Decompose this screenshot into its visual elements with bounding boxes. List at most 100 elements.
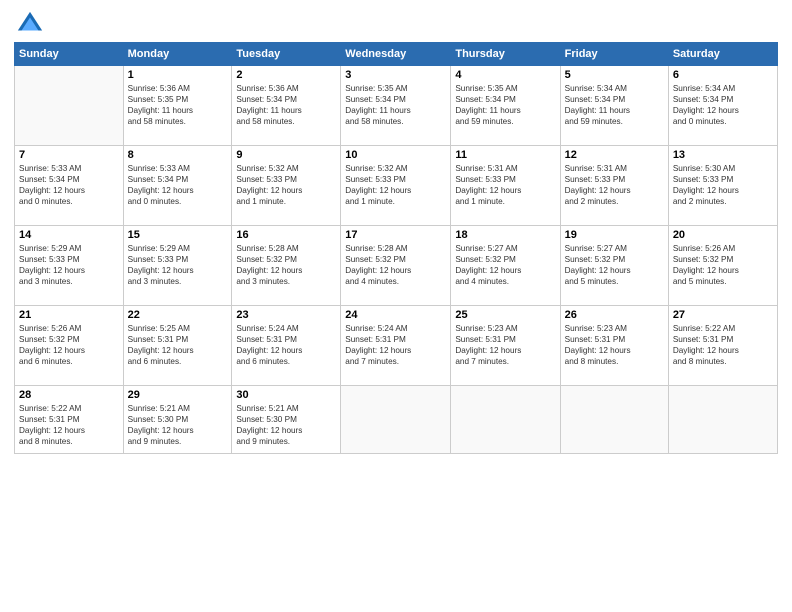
calendar-cell: 18 Sunrise: 5:27 AMSunset: 5:32 PMDayligh… (451, 226, 560, 306)
calendar-cell: 29 Sunrise: 5:21 AMSunset: 5:30 PMDayligh… (123, 386, 232, 454)
day-number: 5 (565, 69, 664, 81)
day-info: Sunrise: 5:21 AMSunset: 5:30 PMDaylight:… (128, 403, 228, 447)
calendar-cell: 28 Sunrise: 5:22 AMSunset: 5:31 PMDayligh… (15, 386, 124, 454)
week-row-1: 1 Sunrise: 5:36 AMSunset: 5:35 PMDaylight… (15, 66, 778, 146)
calendar-cell: 1 Sunrise: 5:36 AMSunset: 5:35 PMDaylight… (123, 66, 232, 146)
weekday-header-wednesday: Wednesday (341, 43, 451, 66)
day-info: Sunrise: 5:22 AMSunset: 5:31 PMDaylight:… (673, 323, 773, 367)
day-number: 29 (128, 389, 228, 401)
day-info: Sunrise: 5:25 AMSunset: 5:31 PMDaylight:… (128, 323, 228, 367)
week-row-3: 14 Sunrise: 5:29 AMSunset: 5:33 PMDayligh… (15, 226, 778, 306)
calendar-cell: 11 Sunrise: 5:31 AMSunset: 5:33 PMDayligh… (451, 146, 560, 226)
day-number: 30 (236, 389, 336, 401)
day-number: 27 (673, 309, 773, 321)
day-number: 3 (345, 69, 446, 81)
day-info: Sunrise: 5:23 AMSunset: 5:31 PMDaylight:… (455, 323, 555, 367)
day-info: Sunrise: 5:36 AMSunset: 5:35 PMDaylight:… (128, 83, 228, 127)
day-info: Sunrise: 5:29 AMSunset: 5:33 PMDaylight:… (128, 243, 228, 287)
day-info: Sunrise: 5:24 AMSunset: 5:31 PMDaylight:… (236, 323, 336, 367)
day-number: 23 (236, 309, 336, 321)
day-number: 12 (565, 149, 664, 161)
day-number: 11 (455, 149, 555, 161)
calendar-cell: 27 Sunrise: 5:22 AMSunset: 5:31 PMDayligh… (668, 306, 777, 386)
calendar-cell: 19 Sunrise: 5:27 AMSunset: 5:32 PMDayligh… (560, 226, 668, 306)
calendar-cell: 24Sunrise: 5:24 AMSunset: 5:31 PMDayligh… (341, 306, 451, 386)
week-row-4: 21 Sunrise: 5:26 AMSunset: 5:32 PMDayligh… (15, 306, 778, 386)
day-info: Sunrise: 5:28 AMSunset: 5:32 PMDaylight:… (345, 243, 446, 287)
calendar-table: SundayMondayTuesdayWednesdayThursdayFrid… (14, 42, 778, 454)
calendar-cell: 5 Sunrise: 5:34 AMSunset: 5:34 PMDaylight… (560, 66, 668, 146)
calendar-cell: 16Sunrise: 5:28 AMSunset: 5:32 PMDayligh… (232, 226, 341, 306)
day-info: Sunrise: 5:32 AMSunset: 5:33 PMDaylight:… (236, 163, 336, 207)
day-number: 4 (455, 69, 555, 81)
day-number: 18 (455, 229, 555, 241)
calendar-cell: 23 Sunrise: 5:24 AMSunset: 5:31 PMDayligh… (232, 306, 341, 386)
calendar-cell: 20 Sunrise: 5:26 AMSunset: 5:32 PMDayligh… (668, 226, 777, 306)
day-info: Sunrise: 5:34 AMSunset: 5:34 PMDaylight:… (565, 83, 664, 127)
day-number: 22 (128, 309, 228, 321)
calendar-cell: 9 Sunrise: 5:32 AMSunset: 5:33 PMDaylight… (232, 146, 341, 226)
logo-icon (16, 10, 44, 38)
day-number: 16 (236, 229, 336, 241)
day-info: Sunrise: 5:29 AMSunset: 5:33 PMDaylight:… (19, 243, 119, 287)
day-info: Sunrise: 5:35 AMSunset: 5:34 PMDaylight:… (455, 83, 555, 127)
day-number: 19 (565, 229, 664, 241)
day-number: 7 (19, 149, 119, 161)
weekday-header-thursday: Thursday (451, 43, 560, 66)
day-number: 24 (345, 309, 446, 321)
calendar-cell: 22 Sunrise: 5:25 AMSunset: 5:31 PMDayligh… (123, 306, 232, 386)
day-number: 15 (128, 229, 228, 241)
calendar-cell: 4 Sunrise: 5:35 AMSunset: 5:34 PMDaylight… (451, 66, 560, 146)
day-number: 6 (673, 69, 773, 81)
day-number: 26 (565, 309, 664, 321)
calendar-cell: 21 Sunrise: 5:26 AMSunset: 5:32 PMDayligh… (15, 306, 124, 386)
day-info: Sunrise: 5:31 AMSunset: 5:33 PMDaylight:… (455, 163, 555, 207)
calendar-cell (668, 386, 777, 454)
calendar-cell: 26 Sunrise: 5:23 AMSunset: 5:31 PMDayligh… (560, 306, 668, 386)
calendar-cell: 2 Sunrise: 5:36 AMSunset: 5:34 PMDaylight… (232, 66, 341, 146)
week-row-2: 7 Sunrise: 5:33 AMSunset: 5:34 PMDaylight… (15, 146, 778, 226)
header (14, 10, 778, 34)
logo (14, 10, 44, 34)
day-number: 28 (19, 389, 119, 401)
day-info: Sunrise: 5:22 AMSunset: 5:31 PMDaylight:… (19, 403, 119, 447)
calendar-cell: 10 Sunrise: 5:32 AMSunset: 5:33 PMDayligh… (341, 146, 451, 226)
day-info: Sunrise: 5:27 AMSunset: 5:32 PMDaylight:… (565, 243, 664, 287)
day-info: Sunrise: 5:23 AMSunset: 5:31 PMDaylight:… (565, 323, 664, 367)
day-info: Sunrise: 5:35 AMSunset: 5:34 PMDaylight:… (345, 83, 446, 127)
day-number: 17 (345, 229, 446, 241)
day-info: Sunrise: 5:36 AMSunset: 5:34 PMDaylight:… (236, 83, 336, 127)
calendar-cell: 7 Sunrise: 5:33 AMSunset: 5:34 PMDaylight… (15, 146, 124, 226)
calendar-cell: 12 Sunrise: 5:31 AMSunset: 5:33 PMDayligh… (560, 146, 668, 226)
calendar-cell: 25 Sunrise: 5:23 AMSunset: 5:31 PMDayligh… (451, 306, 560, 386)
day-number: 2 (236, 69, 336, 81)
weekday-header-friday: Friday (560, 43, 668, 66)
day-info: Sunrise: 5:33 AMSunset: 5:34 PMDaylight:… (19, 163, 119, 207)
calendar-cell: 17 Sunrise: 5:28 AMSunset: 5:32 PMDayligh… (341, 226, 451, 306)
day-number: 8 (128, 149, 228, 161)
day-number: 20 (673, 229, 773, 241)
day-number: 14 (19, 229, 119, 241)
day-number: 21 (19, 309, 119, 321)
day-info: Sunrise: 5:26 AMSunset: 5:32 PMDaylight:… (673, 243, 773, 287)
day-info: Sunrise: 5:31 AMSunset: 5:33 PMDaylight:… (565, 163, 664, 207)
calendar-cell (341, 386, 451, 454)
calendar-cell: 13Sunrise: 5:30 AMSunset: 5:33 PMDayligh… (668, 146, 777, 226)
calendar-cell: 14 Sunrise: 5:29 AMSunset: 5:33 PMDayligh… (15, 226, 124, 306)
calendar-cell: 3 Sunrise: 5:35 AMSunset: 5:34 PMDaylight… (341, 66, 451, 146)
day-info: Sunrise: 5:26 AMSunset: 5:32 PMDaylight:… (19, 323, 119, 367)
day-number: 10 (345, 149, 446, 161)
calendar-cell (15, 66, 124, 146)
weekday-header-monday: Monday (123, 43, 232, 66)
calendar-cell (560, 386, 668, 454)
day-info: Sunrise: 5:21 AMSunset: 5:30 PMDaylight:… (236, 403, 336, 447)
calendar-cell: 6Sunrise: 5:34 AMSunset: 5:34 PMDaylight… (668, 66, 777, 146)
day-info: Sunrise: 5:27 AMSunset: 5:32 PMDaylight:… (455, 243, 555, 287)
day-info: Sunrise: 5:32 AMSunset: 5:33 PMDaylight:… (345, 163, 446, 207)
calendar-page: SundayMondayTuesdayWednesdayThursdayFrid… (0, 0, 792, 612)
day-number: 25 (455, 309, 555, 321)
day-number: 13 (673, 149, 773, 161)
day-number: 9 (236, 149, 336, 161)
day-number: 1 (128, 69, 228, 81)
calendar-cell: 8Sunrise: 5:33 AMSunset: 5:34 PMDaylight… (123, 146, 232, 226)
